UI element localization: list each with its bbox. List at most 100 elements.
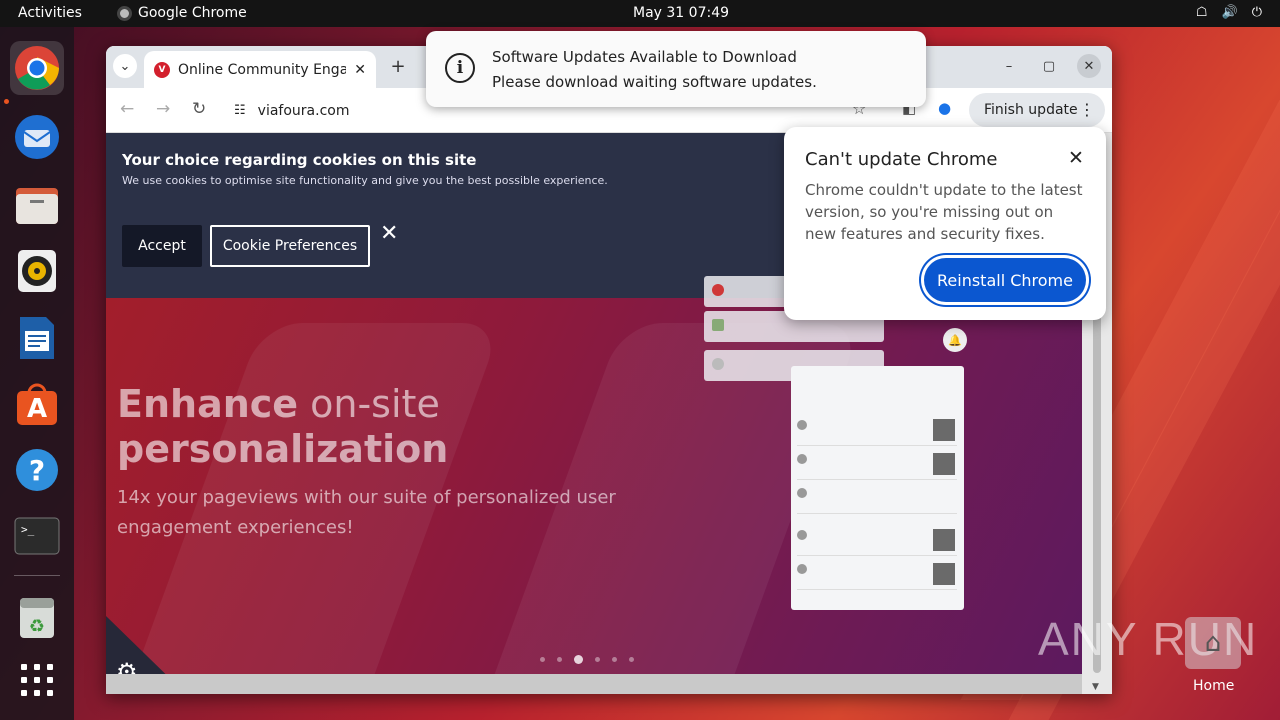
help-icon: ?	[16, 449, 58, 491]
top-bar: Activities Google Chrome May 31 07:49 ☖ …	[0, 0, 1280, 27]
maximize-button[interactable]: ▢	[1037, 54, 1061, 78]
hero-subtitle: 14x your pageviews with our suite of per…	[117, 487, 616, 538]
tab-close-icon[interactable]: ✕	[354, 62, 366, 78]
close-window-button[interactable]: ✕	[1077, 54, 1101, 78]
plus-icon: +	[390, 55, 406, 77]
cookie-title: Your choice regarding cookies on this si…	[122, 151, 477, 169]
dock-help[interactable]: ?	[10, 443, 64, 497]
dock-thunderbird[interactable]	[10, 110, 64, 164]
hero-heading-line1: Enhance on-site	[117, 381, 637, 427]
finish-update-label: Finish update	[984, 102, 1078, 118]
app-menu[interactable]: Google Chrome	[117, 5, 247, 21]
product-mockup	[791, 366, 964, 610]
dialog-close-icon[interactable]: ✕	[1068, 147, 1084, 169]
mock-row	[797, 416, 957, 446]
mock-thumb	[933, 563, 955, 585]
reinstall-chrome-button[interactable]: Reinstall Chrome	[924, 258, 1086, 302]
dock-chrome[interactable]	[10, 41, 64, 95]
dock-rhythmbox[interactable]	[10, 244, 64, 298]
mock-avatar	[797, 564, 807, 574]
mock-avatar	[797, 488, 807, 498]
finish-update-button[interactable]: Finish update ⋮	[969, 93, 1105, 127]
home-folder-label[interactable]: Home	[1193, 678, 1234, 694]
mock-row	[797, 484, 957, 514]
accept-cookies-button[interactable]: Accept	[122, 225, 202, 267]
mock-avatar-icon	[712, 319, 724, 331]
chrome-small-icon	[117, 5, 132, 21]
update-error-dialog: Can't update Chrome ✕ Chrome couldn't up…	[784, 127, 1106, 320]
dialog-title: Can't update Chrome	[805, 149, 998, 170]
dock-terminal[interactable]: >_	[10, 509, 64, 563]
clock[interactable]: May 31 07:49	[633, 5, 729, 21]
dock-writer[interactable]	[10, 311, 64, 365]
bell-icon: 🔔	[943, 328, 967, 352]
tab-active[interactable]: V Online Community Enga ✕	[144, 51, 376, 88]
reload-icon: ↻	[192, 99, 207, 119]
mock-thumb	[933, 529, 955, 551]
site-info-icon[interactable]: ☷	[234, 103, 246, 118]
reload-button[interactable]: ↻	[192, 99, 206, 119]
chrome-icon	[15, 46, 59, 90]
dock-show-apps[interactable]	[10, 653, 64, 707]
forward-button[interactable]: →	[156, 99, 170, 119]
carousel-dot[interactable]	[595, 657, 600, 662]
dock-trash[interactable]: ♻	[10, 591, 64, 645]
mock-weather-icon	[712, 358, 724, 370]
writer-icon	[20, 317, 54, 359]
thunderbird-icon	[15, 115, 59, 159]
cookie-close-icon[interactable]: ✕	[380, 221, 398, 246]
carousel-dots	[540, 655, 634, 664]
svg-text:>_: >_	[21, 523, 35, 536]
arrow-left-icon: ←	[120, 99, 135, 119]
carousel-dot[interactable]	[574, 655, 583, 664]
mock-row	[797, 450, 957, 480]
notification-body: Please download waiting software updates…	[492, 73, 817, 91]
back-button[interactable]: ←	[120, 99, 134, 119]
svg-text:?: ?	[29, 454, 45, 487]
tab-search-button[interactable]: ⌄	[113, 54, 137, 78]
dock-software[interactable]: A	[10, 377, 64, 431]
system-tray[interactable]: ☖ 🔊 ⏻	[1196, 5, 1262, 20]
scroll-down-icon[interactable]: ▼	[1092, 682, 1099, 692]
files-icon	[16, 188, 58, 224]
running-indicator	[4, 99, 9, 104]
home-folder-icon[interactable]: ⌂	[1185, 617, 1241, 669]
app-grid-icon	[21, 664, 53, 696]
chevron-down-icon: ⌄	[119, 58, 131, 74]
dialog-body: Chrome couldn't update to the latest ver…	[805, 181, 1083, 243]
hero-heading-line2: personalization	[117, 427, 449, 471]
power-icon: ⏻	[1251, 5, 1262, 20]
carousel-dot[interactable]	[557, 657, 562, 662]
cookie-text: We use cookies to optimise site function…	[122, 174, 608, 187]
maximize-icon: ▢	[1042, 58, 1056, 74]
app-menu-label: Google Chrome	[138, 5, 247, 21]
mock-row	[797, 526, 957, 556]
svg-text:A: A	[27, 394, 47, 424]
more-vert-icon[interactable]: ⋮	[1079, 100, 1095, 119]
trash-icon: ♻	[20, 598, 54, 638]
system-notification[interactable]: i Software Updates Available to Download…	[426, 31, 926, 107]
svg-text:♻: ♻	[29, 616, 45, 637]
viafoura-favicon-icon: V	[154, 61, 170, 78]
minimize-icon: –	[1005, 58, 1013, 74]
terminal-icon: >_	[14, 517, 60, 555]
mock-thumb	[933, 419, 955, 441]
profile-icon: ●	[938, 99, 952, 117]
carousel-dot[interactable]	[629, 657, 634, 662]
notification-title: Software Updates Available to Download	[492, 48, 797, 66]
new-tab-button[interactable]: +	[386, 54, 410, 78]
profile-button[interactable]: ●	[938, 99, 951, 117]
network-icon: ☖	[1195, 5, 1208, 20]
mock-row	[797, 560, 957, 590]
mock-thumb	[933, 453, 955, 475]
cookie-preferences-button[interactable]: Cookie Preferences	[210, 225, 370, 267]
page-bottom-bar	[106, 674, 1082, 694]
dock-files[interactable]	[10, 178, 64, 232]
carousel-dot[interactable]	[612, 657, 617, 662]
carousel-dot[interactable]	[540, 657, 545, 662]
activities-button[interactable]: Activities	[18, 5, 82, 21]
mock-avatar	[797, 420, 807, 430]
minimize-button[interactable]: –	[997, 54, 1021, 78]
volume-icon: 🔊	[1221, 5, 1238, 20]
software-icon: A	[17, 383, 57, 425]
